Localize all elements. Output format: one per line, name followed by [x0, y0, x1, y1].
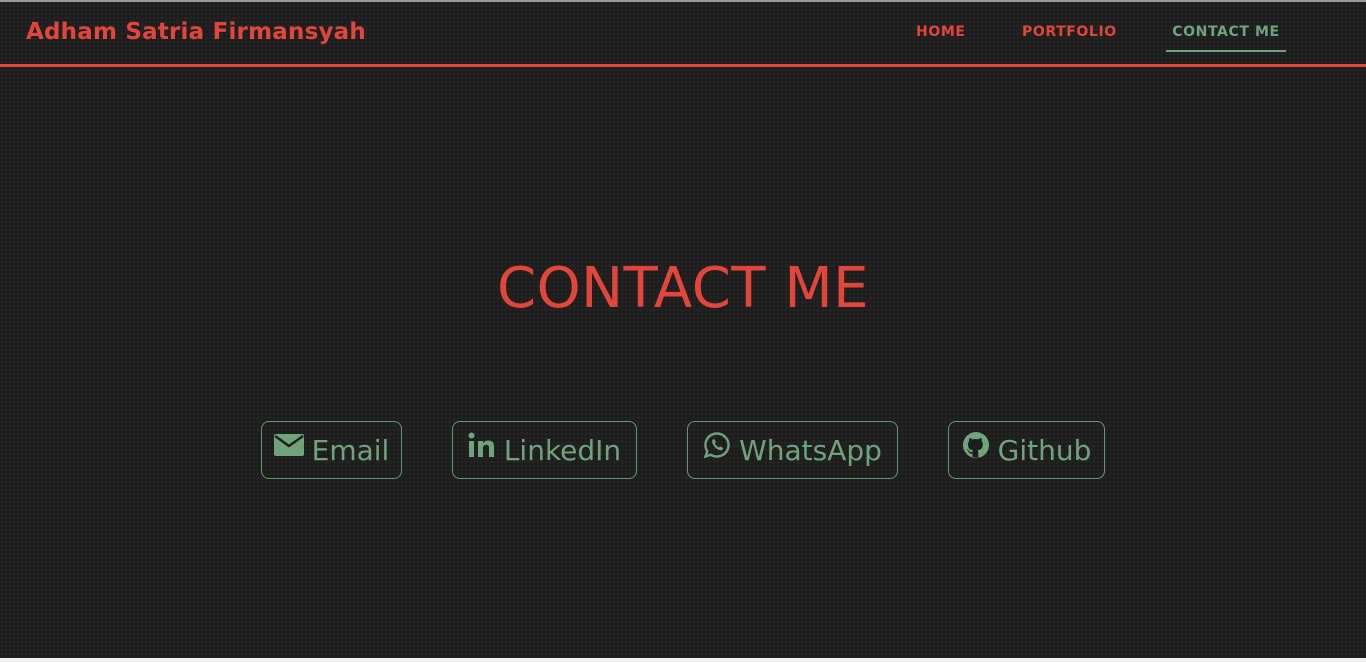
- navbar: Adham Satria Firmansyah HOME PORTFOLIO C…: [0, 2, 1366, 67]
- page-title: CONTACT ME: [496, 256, 870, 321]
- whatsapp-button[interactable]: WhatsApp: [687, 421, 898, 479]
- nav-contact-link[interactable]: CONTACT ME: [1166, 24, 1286, 52]
- window-bottom-edge: [0, 658, 1366, 662]
- whatsapp-icon: [703, 431, 731, 459]
- nav-portfolio-link[interactable]: PORTFOLIO: [1022, 24, 1117, 40]
- email-label: Email: [311, 433, 390, 467]
- brand-name[interactable]: Adham Satria Firmansyah: [26, 19, 366, 45]
- email-button[interactable]: Email: [261, 421, 402, 479]
- github-icon: [962, 431, 990, 459]
- linkedin-button[interactable]: LinkedIn: [452, 421, 637, 479]
- github-label: Github: [997, 433, 1092, 467]
- linkedin-label: LinkedIn: [503, 433, 622, 467]
- envelope-icon: [273, 434, 304, 456]
- whatsapp-label: WhatsApp: [739, 433, 882, 467]
- linkedin-icon: [468, 431, 496, 459]
- nav-home-link[interactable]: HOME: [916, 24, 966, 40]
- github-button[interactable]: Github: [948, 421, 1105, 479]
